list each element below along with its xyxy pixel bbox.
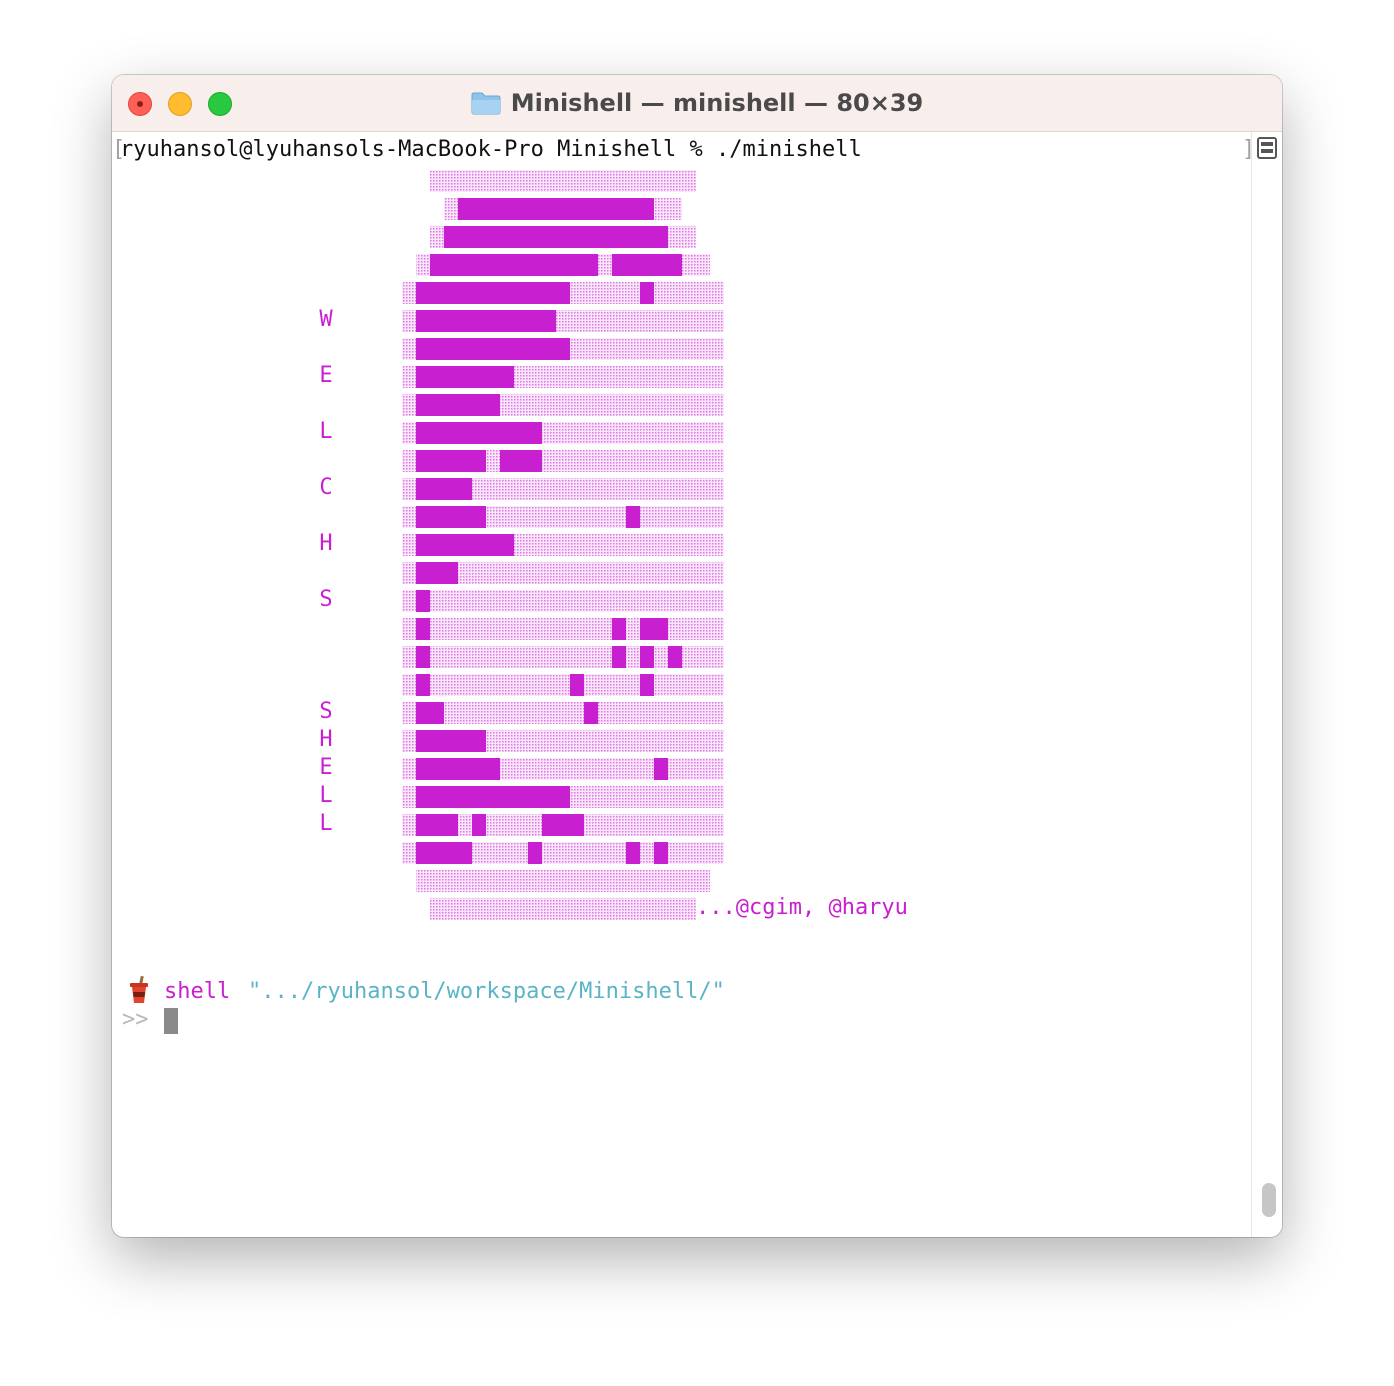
welcome-letter-h: H (319, 531, 333, 556)
art-block (416, 338, 570, 360)
shell-letter-l2: L (319, 811, 333, 836)
art-block (458, 198, 654, 220)
shell-letter-e: E (319, 755, 333, 780)
art-block (416, 674, 430, 696)
art-block (626, 842, 640, 864)
welcome-letter-w: W (319, 307, 333, 332)
art-block (500, 450, 542, 472)
art-background-row (430, 170, 696, 192)
art-block (416, 702, 444, 724)
art-block (416, 310, 556, 332)
art-block (542, 814, 584, 836)
welcome-letter-c: C (319, 475, 333, 500)
art-block (416, 422, 542, 444)
art-block (416, 730, 486, 752)
art-block (668, 646, 682, 668)
art-block (612, 254, 682, 276)
art-block (416, 590, 430, 612)
art-background-row (402, 590, 724, 612)
shell-letter-s: S (319, 699, 333, 724)
art-block (584, 702, 598, 724)
art-block (416, 814, 458, 836)
drink-cup-icon (130, 976, 148, 1003)
art-block (416, 758, 500, 780)
art-block (416, 450, 486, 472)
title-wrap: Minishell — minishell — 80×39 (112, 75, 1282, 131)
art-block (416, 786, 500, 808)
art-block (640, 674, 654, 696)
shell-letter-l1: L (319, 783, 333, 808)
art-block (472, 814, 486, 836)
art-block (416, 478, 472, 500)
split-pane-icon[interactable] (1256, 136, 1278, 160)
input-prompt: >> (122, 1007, 149, 1032)
terminal-window: Minishell — minishell — 80×39 [ ] ryuhan… (112, 75, 1282, 1237)
art-block (528, 842, 542, 864)
art-block (416, 282, 570, 304)
art-block (612, 646, 626, 668)
art-block (416, 534, 514, 556)
credit-text: ...@cgim, @haryu (696, 895, 908, 920)
shell-letter-h: H (319, 727, 333, 752)
art-block (640, 282, 654, 304)
vertical-scrollbar[interactable] (1251, 132, 1282, 1237)
title-bar[interactable]: Minishell — minishell — 80×39 (112, 75, 1282, 132)
art-background-row (402, 618, 724, 640)
pixel-art (402, 170, 724, 920)
folder-icon (471, 92, 501, 115)
art-block (654, 842, 668, 864)
art-background-row (402, 702, 724, 724)
art-background-row (430, 898, 696, 920)
shell-label: shell (164, 979, 231, 1004)
art-block (640, 646, 654, 668)
art-block (654, 758, 668, 780)
welcome-letter-l: L (319, 419, 333, 444)
art-block (570, 674, 584, 696)
art-block (640, 618, 668, 640)
art-block (444, 226, 668, 248)
art-background-row (402, 674, 724, 696)
art-block (500, 786, 570, 808)
art-block (626, 506, 640, 528)
art-block (430, 254, 598, 276)
art-block (416, 506, 486, 528)
current-path: ".../ryuhansol/workspace/Minishell/" (248, 979, 725, 1004)
welcome-letter-s: S (319, 587, 333, 612)
scroll-thumb[interactable] (1262, 1183, 1276, 1217)
art-background-row (416, 870, 710, 892)
art-block (416, 394, 500, 416)
art-block (612, 618, 626, 640)
art-block (416, 842, 472, 864)
text-cursor[interactable] (164, 1008, 178, 1034)
welcome-letter-e: E (319, 363, 333, 388)
art-block (416, 646, 430, 668)
art-block (416, 618, 430, 640)
terminal-content[interactable]: [ ] ryuhansol@lyuhansols-MacBook-Pro Min… (112, 132, 1255, 1237)
art-block (416, 366, 514, 388)
window-title: Minishell — minishell — 80×39 (510, 89, 924, 117)
art-block (416, 562, 458, 584)
